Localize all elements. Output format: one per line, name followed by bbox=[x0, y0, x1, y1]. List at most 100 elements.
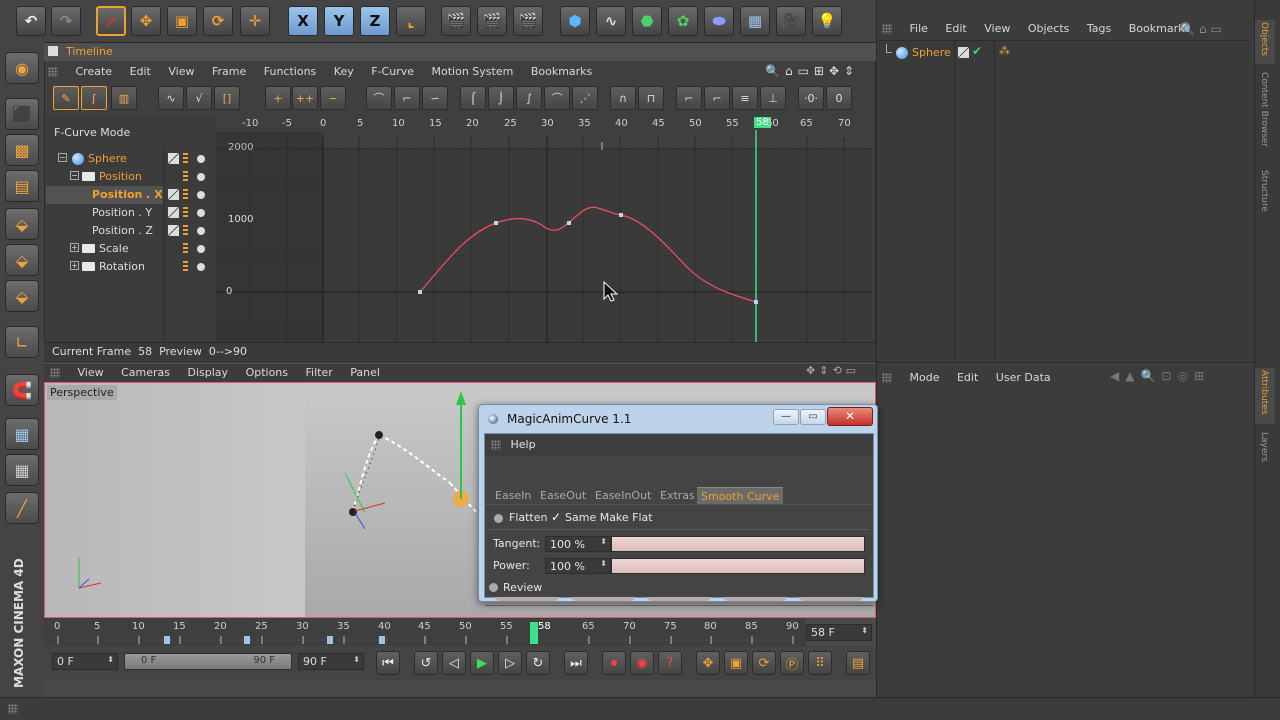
camera-button[interactable]: 🎥 bbox=[776, 6, 806, 36]
zero-length-button[interactable]: ⋰ bbox=[572, 86, 598, 110]
tangent-input[interactable]: 100 % ⬍ bbox=[545, 536, 611, 552]
record-dot-icon[interactable] bbox=[197, 245, 205, 253]
edit-tag-icon[interactable] bbox=[958, 47, 969, 58]
tab-smooth-curve[interactable]: Smooth Curve bbox=[697, 487, 784, 504]
axis-mode-button[interactable]: ∟ bbox=[5, 326, 39, 358]
spinner-icon[interactable]: ⬍ bbox=[861, 626, 868, 635]
tree-row-sphere[interactable]: − Sphere bbox=[46, 150, 216, 168]
linear-tangent-button[interactable]: ⌒ bbox=[366, 86, 392, 110]
coordinate-system-button[interactable]: ⌞ bbox=[396, 6, 426, 36]
model-mode-button[interactable]: ⬛ bbox=[5, 98, 39, 130]
search-icon[interactable]: 🔍 bbox=[1180, 22, 1199, 36]
search-icon[interactable]: 🔍 bbox=[1140, 369, 1161, 383]
start-frame-field[interactable]: 0 F ⬍ bbox=[52, 653, 118, 670]
dolly-icon[interactable]: ⇕ bbox=[819, 364, 832, 377]
expand-icon[interactable]: ⊞ bbox=[1194, 369, 1210, 383]
workplane-mode-button[interactable]: ▤ bbox=[5, 170, 39, 202]
undo-button[interactable]: ↶ bbox=[16, 6, 46, 36]
pan-icon[interactable]: ✥ bbox=[806, 364, 819, 377]
record-dot-icon[interactable] bbox=[197, 227, 205, 235]
zero-key-button[interactable]: ·0· bbox=[798, 86, 824, 110]
side-tab-attributes[interactable]: Attributes bbox=[1255, 368, 1275, 424]
polygons-mode-button[interactable]: ⬙ bbox=[5, 280, 39, 312]
menu-bookmarks[interactable]: Bookmarks bbox=[531, 65, 592, 78]
power-input[interactable]: 100 % ⬍ bbox=[545, 558, 611, 574]
window-icon[interactable]: ▭ bbox=[798, 64, 814, 78]
power-slider[interactable] bbox=[611, 558, 865, 574]
delete-key-button[interactable]: − bbox=[320, 86, 346, 110]
tab-easeinout[interactable]: EaseInOut bbox=[591, 487, 655, 504]
om-menu-file[interactable]: File bbox=[910, 22, 928, 35]
preview-range-slider[interactable]: 0 F 90 F bbox=[124, 653, 292, 670]
flatten-checkbox[interactable] bbox=[494, 514, 503, 523]
transform-tool-button[interactable]: ✛ bbox=[240, 6, 270, 36]
floor-button[interactable]: ▦ bbox=[740, 6, 770, 36]
clamp-button[interactable]: ≡ bbox=[732, 86, 758, 110]
render-view-button[interactable]: 🎬 bbox=[441, 6, 471, 36]
play-button[interactable]: ▶ bbox=[470, 651, 494, 675]
minimize-button[interactable]: — bbox=[773, 409, 799, 425]
menu-key[interactable]: Key bbox=[334, 65, 354, 78]
points-mode-button[interactable]: ⬙ bbox=[5, 208, 39, 240]
om-menu-view[interactable]: View bbox=[984, 22, 1010, 35]
x-axis-button[interactable]: X bbox=[288, 6, 318, 36]
menu-edit[interactable]: Edit bbox=[130, 65, 151, 78]
make-editable-button[interactable]: ◉ bbox=[5, 52, 39, 84]
window-close-box[interactable] bbox=[48, 46, 58, 56]
value-key-button[interactable]: 0 bbox=[826, 86, 852, 110]
add-keys-button[interactable]: ++ bbox=[292, 86, 318, 110]
record-dot-icon[interactable] bbox=[197, 209, 205, 217]
am-menu-user-data[interactable]: User Data bbox=[996, 371, 1051, 384]
go-to-end-button[interactable]: ⏭ bbox=[564, 651, 588, 675]
autokey-button[interactable]: ◉ bbox=[630, 651, 654, 675]
tab-easein[interactable]: EaseIn bbox=[491, 487, 535, 504]
lock-tangent-button[interactable]: ∩ bbox=[610, 86, 636, 110]
record-pla-button[interactable]: ⠿ bbox=[808, 651, 832, 675]
next-key-button[interactable]: ↻ bbox=[526, 651, 550, 675]
layer-bars-icon[interactable] bbox=[183, 225, 188, 236]
layer-bars-icon[interactable] bbox=[183, 261, 188, 272]
record-dot-icon[interactable] bbox=[197, 173, 205, 181]
record-dot-icon[interactable] bbox=[197, 155, 205, 163]
spline-button[interactable]: ∿ bbox=[596, 6, 626, 36]
keep-length-button[interactable]: ⌐ bbox=[704, 86, 730, 110]
home-icon[interactable]: ⌂ bbox=[1199, 22, 1211, 36]
up-arrow-icon[interactable]: ▲ bbox=[1125, 369, 1140, 383]
side-tab-layers[interactable]: Layers bbox=[1255, 430, 1275, 470]
om-menu-tags[interactable]: Tags bbox=[1087, 22, 1111, 35]
break-tangent-button[interactable]: ⊓ bbox=[638, 86, 664, 110]
go-to-start-button[interactable]: ⏮ bbox=[376, 651, 400, 675]
frame-selected-button[interactable]: √ bbox=[186, 86, 212, 110]
tree-row-position-z[interactable]: Position . Z bbox=[46, 222, 163, 240]
menu-motion-system[interactable]: Motion System bbox=[432, 65, 514, 78]
window-icon[interactable]: ▭ bbox=[1211, 22, 1226, 36]
record-dot-icon[interactable] bbox=[197, 263, 205, 271]
record-key-button[interactable]: ⏺ bbox=[602, 651, 626, 675]
previous-frame-button[interactable]: ◁ bbox=[442, 651, 466, 675]
lock-icon[interactable]: ⊡ bbox=[1161, 369, 1177, 383]
light-button[interactable]: 💡 bbox=[812, 6, 842, 36]
select-tool-button[interactable]: ➚ bbox=[96, 6, 126, 36]
vp-menu-filter[interactable]: Filter bbox=[306, 366, 333, 379]
deformer-button[interactable]: ⬬ bbox=[704, 6, 734, 36]
dopesheet-mode-button[interactable]: ▥ bbox=[111, 86, 137, 110]
subdivision-button[interactable]: ⬣ bbox=[632, 6, 662, 36]
render-settings-button[interactable]: 🎬 bbox=[513, 6, 543, 36]
snap-button[interactable]: ▦ bbox=[5, 418, 39, 450]
frame-all-button[interactable]: ∿ bbox=[158, 86, 184, 110]
edit-tag-icon[interactable] bbox=[168, 207, 179, 218]
record-rotation-button[interactable]: ⟳ bbox=[752, 651, 776, 675]
key-mode-button[interactable]: ✎ bbox=[53, 86, 79, 110]
texture-mode-button[interactable]: ▩ bbox=[5, 134, 39, 166]
tab-extras[interactable]: Extras bbox=[656, 487, 699, 504]
record-position-button[interactable]: ✥ bbox=[696, 651, 720, 675]
add-key-button[interactable]: + bbox=[265, 86, 291, 110]
record-parameter-button[interactable]: Ⓟ bbox=[780, 651, 804, 675]
keyframe-selection-button[interactable]: ? bbox=[658, 651, 682, 675]
search-icon[interactable]: 🔍 bbox=[765, 64, 785, 78]
orbit-icon[interactable]: ⟲ bbox=[832, 364, 845, 377]
close-button[interactable]: ✕ bbox=[827, 407, 873, 426]
edit-tag-icon[interactable] bbox=[168, 189, 179, 200]
target-icon[interactable]: ◎ bbox=[1177, 369, 1193, 383]
sculpt-button[interactable]: ╱ bbox=[5, 492, 39, 524]
